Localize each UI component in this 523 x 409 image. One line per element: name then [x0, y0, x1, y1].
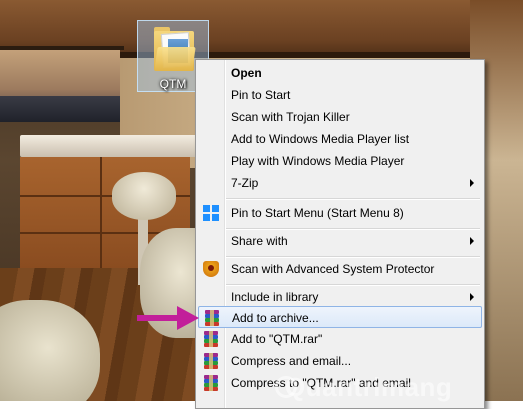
menu-item-share-with[interactable]: Share with: [198, 230, 482, 252]
wallpaper-cabinet-line: [100, 157, 102, 269]
menu-item-label: Add to Windows Media Player list: [231, 132, 410, 146]
wallpaper-window-frame: [0, 46, 124, 50]
menu-item-include-in-library[interactable]: Include in library: [198, 286, 482, 308]
menu-item-add-to-archive[interactable]: Add to archive...: [198, 306, 482, 328]
menu-item-label: Share with: [231, 234, 288, 248]
menu-item-label: Scan with Advanced System Protector: [231, 262, 435, 276]
menu-item-pin-to-start-menu-8[interactable]: Pin to Start Menu (Start Menu 8): [198, 202, 482, 224]
submenu-arrow-icon: [470, 293, 474, 301]
winrar-icon: [203, 331, 219, 347]
menu-item-label: Add to archive...: [232, 311, 319, 325]
menu-item-label: Open: [231, 66, 262, 80]
menu-item-compress-and-email[interactable]: Compress and email...: [198, 350, 482, 372]
menu-separator: [226, 198, 480, 200]
context-menu: Open Pin to Start Scan with Trojan Kille…: [195, 59, 485, 409]
winrar-icon: [203, 353, 219, 369]
menu-item-7zip[interactable]: 7-Zip: [198, 172, 482, 194]
menu-item-scan-asp[interactable]: Scan with Advanced System Protector: [198, 258, 482, 280]
menu-item-play-with-wmp[interactable]: Play with Windows Media Player: [198, 150, 482, 172]
wallpaper-window: [0, 50, 120, 122]
folder-icon: [154, 27, 196, 71]
menu-item-open[interactable]: Open: [198, 62, 482, 84]
wallpaper-stool: [112, 172, 176, 220]
menu-item-label: Add to "QTM.rar": [231, 332, 323, 346]
submenu-arrow-icon: [470, 179, 474, 187]
winrar-icon: [204, 310, 220, 326]
winrar-icon: [203, 375, 219, 391]
menu-item-label: Scan with Trojan Killer: [231, 110, 350, 124]
shield-icon: [203, 261, 219, 277]
menu-item-label: Pin to Start: [231, 88, 291, 102]
menu-item-add-to-wmp-list[interactable]: Add to Windows Media Player list: [198, 128, 482, 150]
menu-item-add-to-qtm-rar[interactable]: Add to "QTM.rar": [198, 328, 482, 350]
submenu-arrow-icon: [470, 237, 474, 245]
wallpaper-counter: [20, 135, 210, 157]
watermark: Quantrimang: [285, 372, 453, 402]
menu-item-pin-to-start[interactable]: Pin to Start: [198, 84, 482, 106]
menu-item-label: Pin to Start Menu (Start Menu 8): [231, 206, 404, 220]
menu-item-label: Play with Windows Media Player: [231, 154, 405, 168]
menu-item-label: Include in library: [231, 290, 319, 304]
menu-item-scan-trojan-killer[interactable]: Scan with Trojan Killer: [198, 106, 482, 128]
menu-item-label: Compress and email...: [231, 354, 352, 368]
windows-logo-icon: [203, 205, 219, 221]
annotation-arrow-icon: [137, 306, 199, 330]
menu-item-label: 7-Zip: [231, 176, 259, 190]
